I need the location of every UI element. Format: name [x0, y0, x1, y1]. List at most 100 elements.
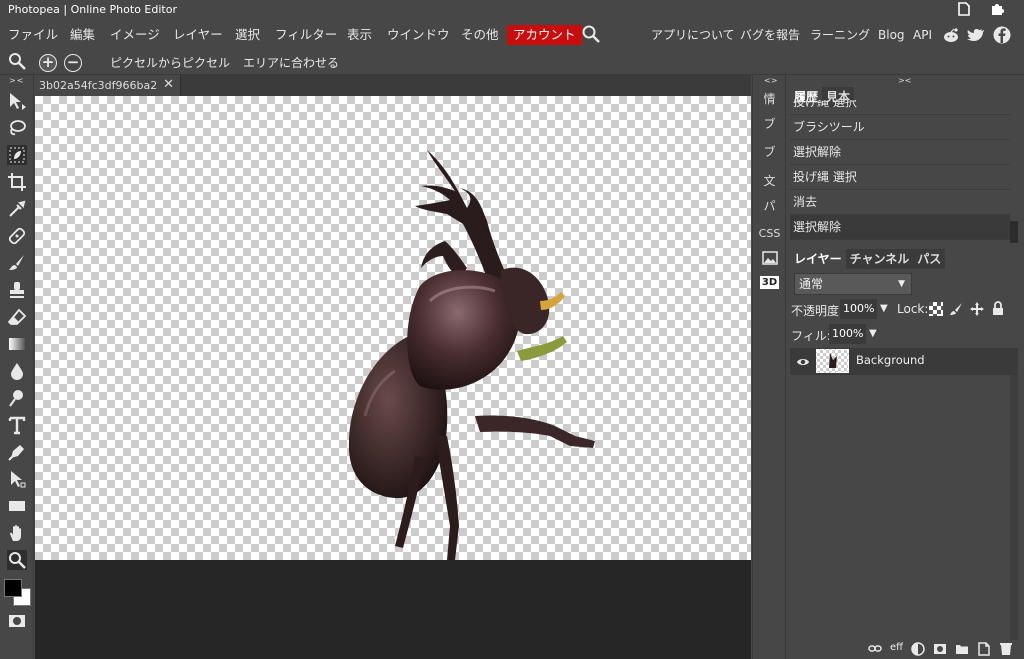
- eraser-tool-icon[interactable]: [7, 307, 27, 327]
- blend-mode-value: 通常: [799, 277, 824, 291]
- lock-position-icon[interactable]: [970, 302, 984, 316]
- lock-all-icon[interactable]: [991, 301, 1005, 315]
- twitter-icon[interactable]: [967, 26, 985, 44]
- brush-tool-icon[interactable]: [7, 253, 27, 273]
- menu-account[interactable]: アカウント: [507, 25, 582, 45]
- chevron-down-icon: ▼: [898, 279, 905, 289]
- close-icon[interactable]: ✕: [163, 77, 174, 92]
- new-document-icon[interactable]: [957, 2, 971, 18]
- new-group-icon[interactable]: [955, 642, 969, 656]
- history-scrollbar[interactable]: [1010, 221, 1018, 243]
- menu-learn[interactable]: ラーニング: [810, 25, 870, 45]
- reddit-icon[interactable]: [942, 26, 960, 44]
- mini-info[interactable]: 情: [753, 90, 786, 107]
- right-panel: >< 履歴 見本 投げ縄 選択 ブラシツール 選択解除 投げ縄 選択 消去 選択解…: [788, 75, 1024, 659]
- rectangle-tool-icon[interactable]: [7, 496, 27, 516]
- menu-view[interactable]: 表示: [343, 25, 376, 45]
- mini-3d[interactable]: 3D: [753, 274, 786, 289]
- layers-footer: eff: [790, 640, 1018, 659]
- menu-window[interactable]: ウインドウ: [383, 25, 454, 45]
- pixel-to-pixel-button[interactable]: ピクセルからピクセル: [110, 54, 230, 71]
- link-layers-icon[interactable]: [868, 642, 882, 656]
- move-tool-icon[interactable]: [7, 91, 27, 111]
- history-item-selected[interactable]: 選択解除: [790, 215, 1010, 240]
- options-bar: + − ピクセルからピクセル エリアに合わせる: [0, 47, 1024, 75]
- menu-select[interactable]: 選択: [231, 25, 264, 45]
- layer-effects-button[interactable]: eff: [890, 642, 904, 656]
- layer-row[interactable]: Background: [790, 348, 1018, 375]
- history-item[interactable]: ブラシツール: [790, 115, 1010, 140]
- menu-api[interactable]: API: [913, 25, 932, 45]
- menu-filter[interactable]: フィルター: [271, 25, 341, 45]
- menu-edit[interactable]: 編集: [66, 25, 99, 45]
- menu-about[interactable]: アプリについて: [651, 25, 735, 45]
- history-item[interactable]: 選択解除: [790, 140, 1010, 165]
- history-item[interactable]: 投げ縄 選択: [790, 100, 1010, 115]
- crop-tool-icon[interactable]: [7, 172, 27, 192]
- tab-channels[interactable]: チャンネル: [845, 249, 914, 269]
- history-item[interactable]: 投げ縄 選択: [790, 165, 1010, 190]
- fit-area-button[interactable]: エリアに合わせる: [243, 54, 339, 71]
- blend-mode-select[interactable]: 通常 ▼: [794, 273, 912, 295]
- foreground-color-swatch[interactable]: [4, 579, 22, 597]
- eyedropper-tool-icon[interactable]: [7, 199, 27, 219]
- delete-layer-icon[interactable]: [999, 642, 1013, 656]
- blur-tool-icon[interactable]: [7, 361, 27, 381]
- mini-character[interactable]: 文: [753, 172, 786, 189]
- path-select-tool-icon[interactable]: [7, 469, 27, 489]
- adjustment-layer-icon[interactable]: [911, 642, 925, 656]
- collapse-toggle[interactable]: ><: [9, 76, 24, 85]
- zoom-tool-active-icon[interactable]: [7, 550, 27, 570]
- mini-paragraph[interactable]: パ: [753, 197, 786, 214]
- menu-blog[interactable]: Blog: [878, 25, 905, 45]
- healing-brush-tool-icon[interactable]: [7, 226, 27, 246]
- mini-3d-label: 3D: [759, 276, 780, 289]
- new-layer-icon[interactable]: [977, 642, 991, 656]
- expand-toggle[interactable]: <>: [764, 76, 777, 85]
- lock-transparency-icon[interactable]: [929, 302, 943, 316]
- mini-panel-bar: <> 情 ブ ブ 文 パ CSS 3D: [752, 75, 786, 659]
- clone-stamp-tool-icon[interactable]: [7, 280, 27, 300]
- lasso-tool-icon[interactable]: [7, 118, 27, 138]
- type-tool-icon[interactable]: [7, 415, 27, 435]
- pen-tool-icon[interactable]: [7, 442, 27, 462]
- plugins-icon[interactable]: [990, 2, 1004, 18]
- tab-layers[interactable]: レイヤー: [790, 249, 846, 269]
- menu-layer[interactable]: レイヤー: [169, 25, 227, 45]
- opacity-dropdown-icon[interactable]: ▼: [880, 303, 888, 314]
- collapse-right-toggle[interactable]: ><: [898, 76, 911, 85]
- tab-paths[interactable]: パス: [913, 249, 946, 269]
- history-item[interactable]: 消去: [790, 190, 1010, 215]
- gradient-tool-icon[interactable]: [7, 334, 27, 354]
- mini-css[interactable]: CSS: [753, 227, 786, 240]
- dodge-tool-icon[interactable]: [7, 388, 27, 408]
- layer-mask-icon[interactable]: [933, 642, 947, 656]
- beetle-image: [348, 150, 595, 560]
- fill-dropdown-icon[interactable]: ▼: [869, 328, 877, 339]
- menu-more[interactable]: その他: [457, 25, 503, 45]
- image-icon[interactable]: [753, 251, 786, 268]
- visibility-eye-icon[interactable]: [796, 355, 810, 369]
- quick-select-tool-icon[interactable]: [7, 145, 27, 165]
- lock-pixels-icon[interactable]: [949, 302, 963, 316]
- layers-scrollbar[interactable]: [1010, 375, 1018, 640]
- mini-brush[interactable]: ブ: [753, 115, 786, 132]
- zoom-in-icon[interactable]: +: [39, 54, 57, 72]
- menu-image[interactable]: イメージ: [106, 25, 164, 45]
- search-icon[interactable]: [581, 24, 601, 44]
- fill-label: フィル:: [791, 329, 831, 343]
- hand-tool-icon[interactable]: [7, 523, 27, 543]
- facebook-icon[interactable]: [993, 26, 1011, 44]
- zoom-out-icon[interactable]: −: [64, 54, 82, 72]
- image-canvas[interactable]: [35, 96, 751, 560]
- document-tab-bar: 3b02a54fc3df966ba2f ✕: [35, 75, 751, 96]
- document-tab-name: 3b02a54fc3df966ba2f: [39, 79, 157, 92]
- opacity-input[interactable]: 100%: [840, 299, 878, 319]
- document-tab[interactable]: 3b02a54fc3df966ba2f ✕: [35, 75, 181, 96]
- fill-input[interactable]: 100%: [829, 324, 867, 344]
- menu-report-bug[interactable]: バグを報告: [740, 25, 800, 45]
- mini-brush-settings[interactable]: ブ: [753, 143, 786, 160]
- lock-label: Lock:: [897, 302, 929, 316]
- quick-mask-icon[interactable]: [7, 611, 27, 631]
- menu-file[interactable]: ファイル: [4, 25, 62, 45]
